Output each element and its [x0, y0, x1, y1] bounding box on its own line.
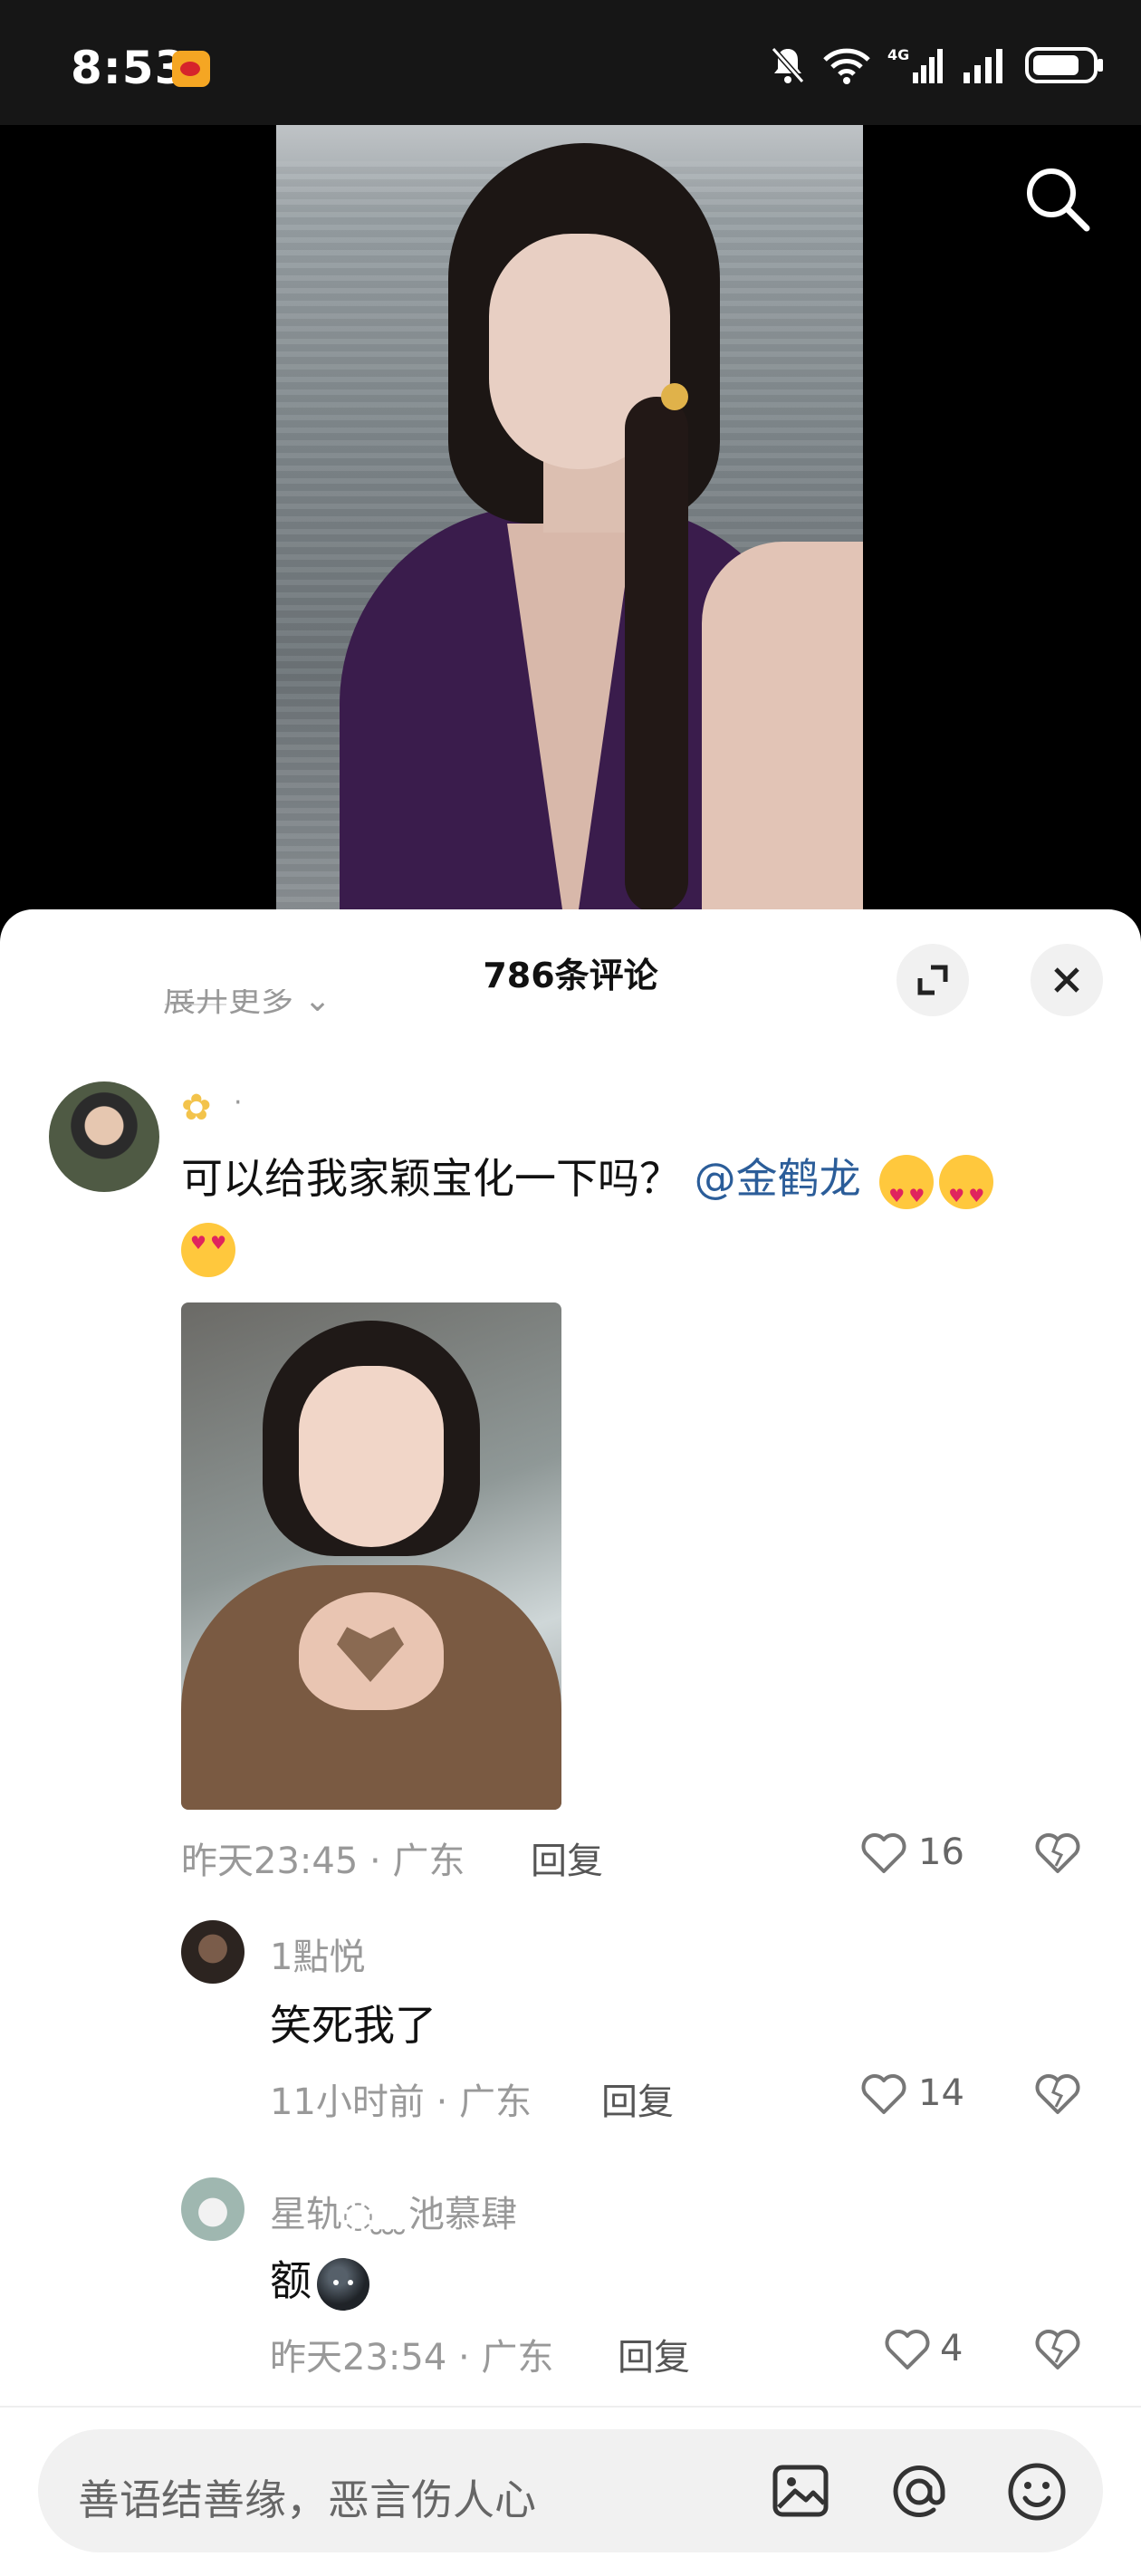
- close-icon: [1054, 967, 1079, 993]
- heart-eyes-emoji: [879, 1154, 935, 1227]
- badge-dot: ·: [234, 1087, 243, 1119]
- comment-meta: 昨天23:45 · 广东: [181, 1841, 465, 1882]
- svg-text:4G: 4G: [887, 46, 909, 63]
- video-player[interactable]: [0, 125, 1141, 913]
- reply-button[interactable]: 回复: [601, 2072, 674, 2125]
- reply-username[interactable]: 星轨◌ ̮ ̮ ̮池慕肆: [270, 2185, 517, 2237]
- weibo-icon: [172, 51, 210, 87]
- search-icon[interactable]: [1021, 163, 1094, 235]
- signal-icon: [964, 49, 1002, 83]
- video-frame: [276, 125, 863, 913]
- like-count: 16: [918, 1831, 964, 1873]
- heart-eyes-emoji: [939, 1154, 994, 1227]
- image-icon[interactable]: [770, 2460, 831, 2522]
- like-icon[interactable]: [860, 2072, 907, 2116]
- comments-sheet: 786条评论 展开更多 ⌄ ✿ · 可以给我家颖宝化一下吗？ @金鹤龙 昨天23…: [0, 909, 1141, 2576]
- dislike-icon[interactable]: [1034, 2328, 1081, 2371]
- status-bar: 8:53 4G: [0, 0, 1141, 125]
- like-icon[interactable]: [860, 1831, 907, 1875]
- reply-avatar[interactable]: [181, 1920, 244, 1984]
- black-face-emoji: [317, 2257, 369, 2311]
- like-count: 4: [940, 2328, 964, 2369]
- comment-image[interactable]: [181, 1302, 561, 1810]
- expand-icon: [917, 965, 948, 995]
- 4g-signal-icon: 4G: [887, 46, 943, 83]
- dislike-icon[interactable]: [1034, 1831, 1081, 1875]
- reply-meta: 11小时前 · 广东: [270, 2081, 532, 2123]
- status-time: 8:53: [71, 42, 187, 94]
- like-icon[interactable]: [884, 2328, 931, 2371]
- heart-eyes-emoji: [181, 1223, 235, 1277]
- wifi-icon: [823, 48, 870, 84]
- dislike-icon[interactable]: [1034, 2072, 1081, 2116]
- reply-meta: 昨天23:54 · 广东: [270, 2337, 554, 2379]
- close-button[interactable]: [1031, 944, 1103, 1016]
- mute-bell-icon: [771, 47, 805, 83]
- expand-button[interactable]: [896, 944, 969, 1016]
- input-divider: [0, 2406, 1141, 2408]
- emoji-icon[interactable]: [1005, 2460, 1069, 2523]
- mention-link[interactable]: @金鹤龙: [695, 1154, 861, 1203]
- battery-icon: [1025, 47, 1103, 83]
- flower-icon: ✿: [181, 1087, 212, 1129]
- reply-username[interactable]: 1點悦: [270, 1927, 365, 1980]
- input-placeholder: 善语结善缘，恶言伤人心: [78, 2475, 536, 2524]
- reply-text: 笑死我了: [270, 2001, 436, 2050]
- status-icons: 4G: [770, 45, 1105, 85]
- commenter-avatar[interactable]: [49, 1081, 159, 1192]
- comment-body: 可以给我家颖宝化一下吗？ @金鹤龙: [181, 1147, 1087, 1227]
- like-count: 14: [918, 2072, 964, 2114]
- reply-text: 额: [270, 2248, 369, 2311]
- reply-avatar[interactable]: [181, 2177, 244, 2241]
- reply-button[interactable]: 回复: [531, 1831, 603, 1884]
- at-icon[interactable]: [887, 2460, 951, 2523]
- comment-input[interactable]: 善语结善缘，恶言伤人心: [38, 2429, 1103, 2552]
- comment-emoji-row: [181, 1223, 235, 1277]
- expand-more-link[interactable]: 展开更多 ⌄: [163, 989, 331, 1022]
- reply-button[interactable]: 回复: [618, 2328, 690, 2380]
